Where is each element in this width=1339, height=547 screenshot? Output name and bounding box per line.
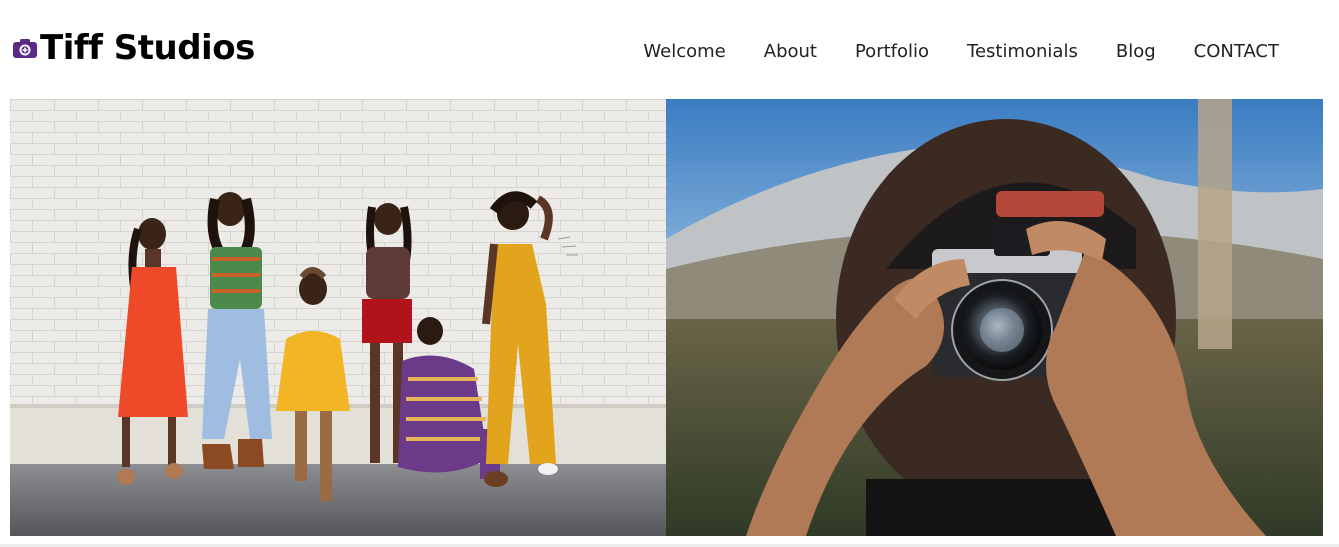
nav-item-welcome[interactable]: Welcome (643, 38, 725, 66)
brand-logo-link[interactable]: Tiff Studios (12, 26, 255, 70)
nav-item-blog[interactable]: Blog (1116, 38, 1156, 66)
site-header: Tiff Studios Welcome About Portfolio Tes… (0, 0, 1339, 99)
main-nav: Welcome About Portfolio Testimonials Blo… (643, 38, 1279, 66)
brand-name: Tiff Studios (40, 28, 255, 68)
nav-item-contact[interactable]: CONTACT (1194, 38, 1279, 66)
nav-item-testimonials[interactable]: Testimonials (967, 38, 1078, 66)
nav-item-portfolio[interactable]: Portfolio (855, 38, 929, 66)
hero-gallery (10, 99, 1323, 536)
camera-icon (12, 37, 38, 59)
camera-photo (666, 99, 1323, 536)
nav-item-about[interactable]: About (764, 38, 817, 66)
group-photo (10, 99, 666, 536)
